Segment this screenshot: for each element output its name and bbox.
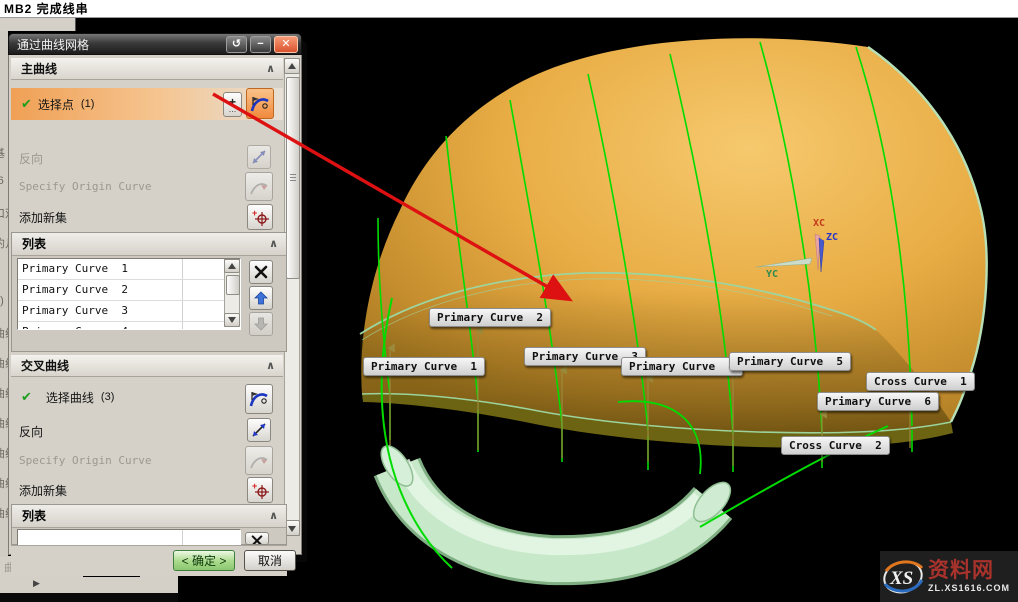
select-curve-row[interactable]: ✔ 选择曲线 (3) <box>11 383 283 411</box>
cross-add-set-button[interactable]: + <box>247 477 273 503</box>
origin-curve-icon <box>248 177 270 197</box>
list-item[interactable]: Primary Curve 3 <box>18 301 240 322</box>
collapse-icon[interactable]: ∧ <box>269 505 278 527</box>
minimize-button[interactable]: − <box>250 36 271 53</box>
curve-tag: Primary Curve 6 <box>817 392 939 411</box>
select-point-count: (1) <box>81 98 94 110</box>
cross-add-set-row[interactable]: 添加新集 <box>11 478 283 502</box>
primary-add-set-row[interactable]: 添加新集 <box>11 205 283 229</box>
reset-button[interactable]: ↺ <box>226 36 247 53</box>
svg-text:+: + <box>252 208 257 218</box>
select-curve-icon-button[interactable] <box>246 88 274 119</box>
add-point-button[interactable]: + … <box>223 92 242 117</box>
through-curve-mesh-dialog: 通过曲线网格 ↺ − ✕ 主曲线 ∧ ✔ 选择点 (1) + … <box>8 33 302 555</box>
check-icon: ✔ <box>21 389 32 405</box>
watermark-site-name: 资料网 <box>928 560 1010 581</box>
svg-text:+: + <box>252 481 257 491</box>
primary-curve-list[interactable]: Primary Curve 1Primary Curve 2Primary Cu… <box>17 258 241 330</box>
add-new-set-icon: + <box>250 207 270 227</box>
remove-item-button[interactable] <box>245 532 269 545</box>
scroll-up-button[interactable] <box>284 58 300 74</box>
dialog-button-bar: < 确定 > 取消 <box>11 545 287 576</box>
primary-list-header[interactable]: 列表 ∧ <box>12 233 286 256</box>
collapse-icon[interactable]: ∧ <box>266 355 275 377</box>
primary-section-header[interactable]: 主曲线 ∧ <box>11 58 283 80</box>
delete-x-icon <box>254 265 268 279</box>
curve-tag: Primary Curve 5 <box>729 352 851 371</box>
list-scroll-up[interactable] <box>224 259 240 273</box>
curve-select-icon <box>248 388 270 410</box>
cross-reverse-label: 反向 <box>19 423 43 440</box>
list-scroll-thumb[interactable] <box>226 275 240 295</box>
arrow-down-icon <box>254 317 268 331</box>
close-button[interactable]: ✕ <box>274 36 298 53</box>
cancel-button[interactable]: 取消 <box>244 550 296 571</box>
primary-reverse-label: 反向 <box>19 150 43 167</box>
reverse-direction-icon <box>250 421 268 439</box>
curve-tag: Cross Curve 1 <box>866 372 975 391</box>
cross-origin-button <box>245 446 273 475</box>
dialog-titlebar[interactable]: 通过曲线网格 ↺ − ✕ <box>8 33 302 55</box>
primary-origin-label: Specify Origin Curve <box>19 180 151 193</box>
add-new-set-icon: + <box>250 480 270 500</box>
primary-add-set-label: 添加新集 <box>19 209 67 226</box>
collapse-icon[interactable]: ∧ <box>269 233 278 255</box>
select-curve-label: 选择曲线 <box>46 389 94 406</box>
list-item[interactable]: Primary Curve 2 <box>18 280 240 301</box>
prompt-bar: MB2 完成线串 <box>0 0 1018 18</box>
primary-origin-row: Specify Origin Curve <box>11 174 283 198</box>
dialog-title: 通过曲线网格 <box>9 36 226 53</box>
list-item[interactable]: Primary Curve 1 <box>18 259 240 280</box>
cross-reverse-row[interactable]: 反向 <box>11 419 283 443</box>
primary-reverse-button <box>247 145 271 169</box>
reverse-direction-icon <box>250 148 268 166</box>
dialog-body: 主曲线 ∧ ✔ 选择点 (1) + … 反向 <box>8 55 302 555</box>
scrollbar-thumb[interactable] <box>286 77 300 279</box>
cross-curve-list[interactable] <box>17 529 241 546</box>
select-curve-count: (3) <box>101 391 114 403</box>
cross-add-set-label: 添加新集 <box>19 482 67 499</box>
move-up-button[interactable] <box>249 286 273 310</box>
cross-list-header[interactable]: 列表 ∧ <box>12 505 286 528</box>
delete-x-icon <box>250 533 264 545</box>
curve-tag: Primary Curve 2 <box>429 308 551 327</box>
remove-item-button[interactable] <box>249 260 273 284</box>
curve-tag: Cross Curve 2 <box>781 436 890 455</box>
cross-select-curve-button[interactable] <box>245 384 273 414</box>
watermark-url: ZL.XS1616.COM <box>928 583 1010 593</box>
watermark-logo-icon: XS <box>880 554 926 600</box>
triad-zc-label: ZC <box>826 232 838 243</box>
select-point-row[interactable]: ✔ 选择点 (1) <box>11 88 283 120</box>
curve-select-icon <box>249 93 271 115</box>
primary-add-set-button[interactable]: + <box>247 204 273 230</box>
watermark-logo-text: XS <box>889 568 913 589</box>
nx-application-window: { "menu": { "title": "MB2 完成线串" }, "dial… <box>0 0 1018 602</box>
cross-origin-label: Specify Origin Curve <box>19 454 151 467</box>
primary-reverse-row: 反向 <box>11 146 283 170</box>
list-item[interactable]: Primary Curve 4 <box>18 322 240 330</box>
watermark: XS 资料网 ZL.XS1616.COM <box>880 551 1018 602</box>
list-scrollbar[interactable] <box>224 259 240 327</box>
check-icon: ✔ <box>21 96 32 112</box>
list-scroll-down[interactable] <box>224 313 240 327</box>
triad-xc-label: XC <box>813 218 825 229</box>
curve-tag: Primary Curve 4 <box>621 357 743 376</box>
triad-yc-label: YC <box>766 269 778 280</box>
cross-origin-row: Specify Origin Curve <box>11 448 283 472</box>
origin-curve-icon <box>248 451 270 471</box>
cross-reverse-button[interactable] <box>247 418 271 442</box>
prompt-text: MB2 完成线串 <box>0 0 89 17</box>
collapse-icon[interactable]: ∧ <box>266 58 275 80</box>
move-down-button <box>249 312 273 336</box>
select-point-label: 选择点 <box>38 96 74 113</box>
primary-origin-button <box>245 172 273 201</box>
cross-section-header[interactable]: 交叉曲线 ∧ <box>11 355 283 377</box>
curve-tag: Primary Curve 1 <box>363 357 485 376</box>
ok-button[interactable]: < 确定 > <box>173 550 235 571</box>
arrow-up-icon <box>254 291 268 305</box>
